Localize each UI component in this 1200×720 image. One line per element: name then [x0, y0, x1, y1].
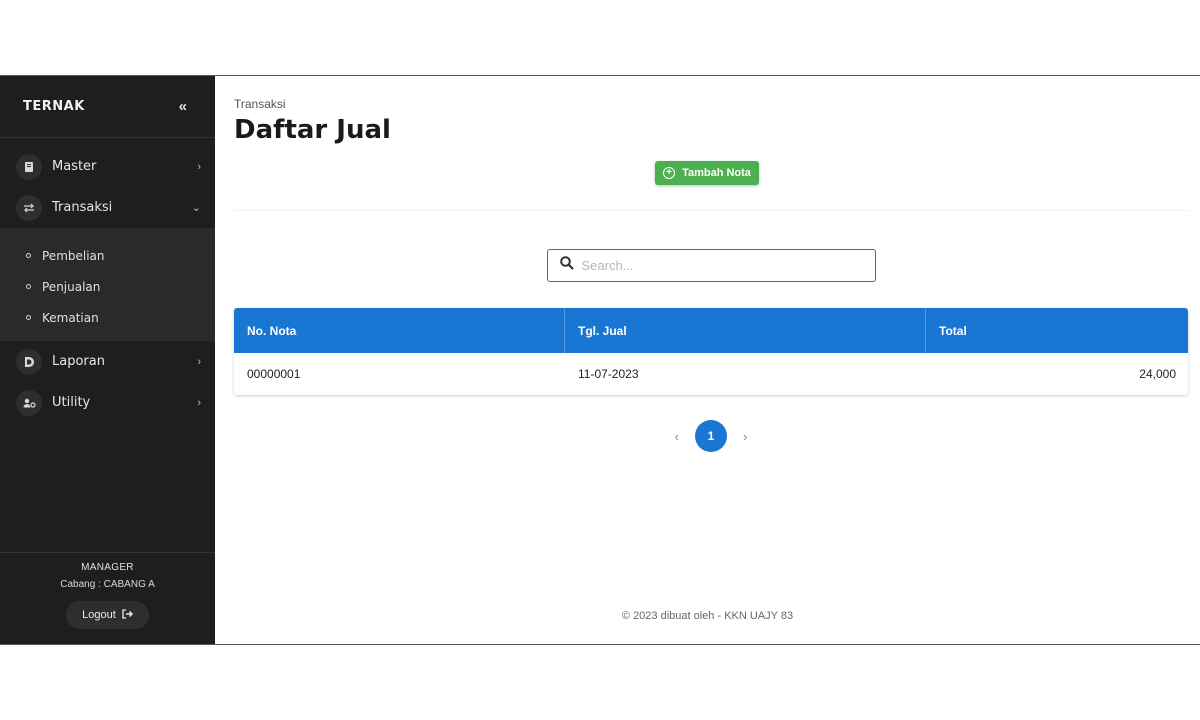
sidebar-item-label: Master [52, 159, 97, 174]
circle-icon [26, 315, 31, 320]
submenu-item-label: Kematian [42, 310, 99, 325]
page-button-current[interactable]: 1 [695, 420, 727, 452]
chevron-right-icon: › [197, 355, 201, 368]
circle-icon [26, 253, 31, 258]
prev-page-icon[interactable]: ‹ [675, 429, 679, 444]
sidebar-item-utility[interactable]: Utility › [0, 382, 215, 423]
collapse-sidebar-icon[interactable]: « [179, 98, 187, 115]
user-role: MANAGER [81, 562, 134, 573]
search-icon [559, 256, 574, 275]
book-icon [16, 153, 42, 180]
sign-out-icon [122, 608, 133, 622]
cell-total: 24,000 [1139, 367, 1176, 381]
breadcrumb: Transaksi [234, 97, 286, 111]
sidebar-brand: TERNAK « [0, 76, 215, 138]
transaksi-submenu: Pembelian Penjualan Kematian [0, 228, 215, 341]
submenu-item-pembelian[interactable]: Pembelian [0, 240, 215, 271]
table-header: No. Nota Tgl. Jual Total [234, 308, 1188, 353]
app-frame: TERNAK « Master › Transaksi ⌄ Pembelian … [0, 75, 1200, 645]
submenu-item-label: Penjualan [42, 279, 101, 294]
users-cog-icon [16, 389, 42, 416]
report-icon [16, 348, 42, 375]
sidebar: TERNAK « Master › Transaksi ⌄ Pembelian … [0, 76, 215, 644]
sidebar-item-laporan[interactable]: Laporan › [0, 341, 215, 382]
cell-no-nota: 00000001 [247, 367, 301, 381]
sidebar-item-label: Laporan [52, 354, 105, 369]
sidebar-item-label: Utility [52, 395, 91, 410]
sidebar-nav: Master › Transaksi ⌄ Pembelian Penjualan [0, 138, 215, 423]
main-content: Transaksi Daftar Jual + Tambah Nota No. … [215, 76, 1200, 644]
submenu-item-kematian[interactable]: Kematian [0, 302, 215, 333]
column-header-no-nota[interactable]: No. Nota [234, 308, 565, 353]
column-header-tgl-jual[interactable]: Tgl. Jual [565, 308, 926, 353]
page-title: Daftar Jual [234, 115, 391, 145]
plus-circle-icon: + [663, 167, 676, 179]
sidebar-item-master[interactable]: Master › [0, 146, 215, 187]
sidebar-item-label: Transaksi [52, 200, 113, 215]
next-page-icon[interactable]: › [743, 429, 747, 444]
action-bar: + Tambah Nota [234, 161, 1188, 211]
search-box[interactable] [546, 249, 876, 282]
brand-name: TERNAK [23, 99, 85, 114]
table-row[interactable]: 00000001 11-07-2023 24,000 [234, 353, 1188, 395]
logout-label: Logout [82, 609, 116, 621]
column-header-total[interactable]: Total [926, 308, 1188, 353]
submenu-item-label: Pembelian [42, 248, 105, 263]
circle-icon [26, 284, 31, 289]
search-input[interactable] [581, 258, 852, 273]
chevron-down-icon: ⌄ [191, 202, 201, 214]
add-nota-button[interactable]: + Tambah Nota [655, 161, 759, 185]
swap-icon [16, 194, 42, 221]
logout-button[interactable]: Logout [66, 601, 149, 629]
pagination: ‹ 1 › [234, 420, 1188, 452]
user-branch: Cabang : CABANG A [60, 579, 155, 590]
sidebar-item-transaksi[interactable]: Transaksi ⌄ [0, 187, 215, 228]
page-footer: © 2023 dibuat oleh - KKN UAJY 83 [621, 610, 794, 622]
sales-table: No. Nota Tgl. Jual Total 00000001 11-07-… [234, 308, 1188, 395]
chevron-right-icon: › [197, 396, 201, 409]
chevron-right-icon: › [197, 160, 201, 173]
add-nota-label: Tambah Nota [682, 167, 751, 179]
cell-tgl-jual: 11-07-2023 [578, 367, 639, 381]
search-container [234, 249, 1188, 282]
sidebar-footer: MANAGER Cabang : CABANG A Logout [0, 552, 215, 644]
submenu-item-penjualan[interactable]: Penjualan [0, 271, 215, 302]
